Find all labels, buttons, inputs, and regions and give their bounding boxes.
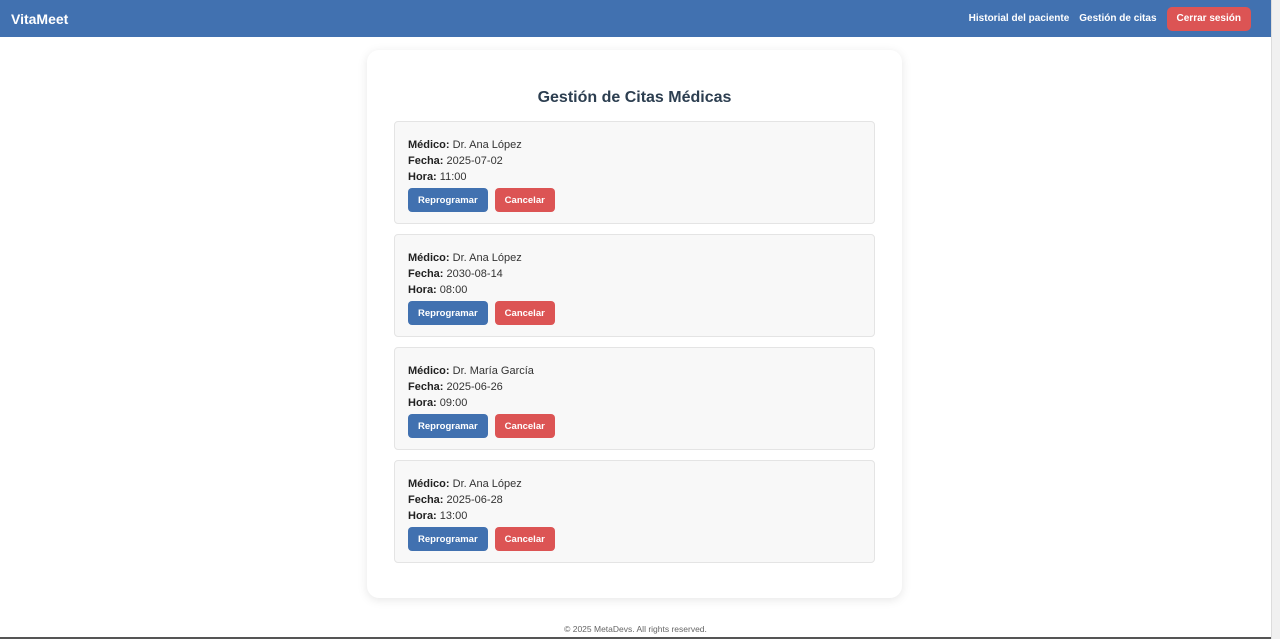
appointments-card: Gestión de Citas Médicas Médico: Dr. Ana… [367,50,902,598]
date-label: Fecha: [408,155,444,167]
date-value: 2025-06-26 [446,381,503,393]
reschedule-button[interactable]: Reprogramar [408,414,488,438]
nav-link-patient-history[interactable]: Historial del paciente [969,13,1070,24]
doctor-value: Dr. Ana López [452,478,522,490]
brand-logo[interactable]: VitaMeet [11,11,68,27]
reschedule-button[interactable]: Reprogramar [408,188,488,212]
date-value: 2025-07-02 [446,155,503,167]
doctor-row: Médico: Dr. Ana López [408,250,861,266]
time-value: 13:00 [439,510,468,522]
cancel-button[interactable]: Cancelar [494,527,555,551]
doctor-label: Médico: [408,139,450,151]
reschedule-button[interactable]: Reprogramar [408,527,488,551]
date-row: Fecha: 2025-07-02 [408,153,861,169]
doctor-value: Dr. Ana López [452,252,522,264]
doctor-row: Médico: Dr. María García [408,363,861,379]
doctor-label: Médico: [408,365,450,377]
appointment-actions: Reprogramar Cancelar [408,188,861,212]
date-row: Fecha: 2025-06-26 [408,379,861,395]
date-value: 2025-06-28 [446,494,503,506]
time-value: 11:00 [439,171,467,183]
time-row: Hora: 13:00 [408,508,861,524]
date-label: Fecha: [408,494,444,506]
date-row: Fecha: 2025-06-28 [408,492,861,508]
appointment-item: Médico: Dr. María García Fecha: 2025-06-… [394,347,875,450]
top-navbar: VitaMeet Historial del paciente Gestión … [0,0,1271,37]
date-label: Fecha: [408,268,444,280]
time-row: Hora: 09:00 [408,395,861,411]
date-row: Fecha: 2030-08-14 [408,266,861,282]
time-label: Hora: [408,171,437,183]
page-title: Gestión de Citas Médicas [537,89,732,106]
doctor-value: Dr. Ana López [452,139,522,151]
vertical-scrollbar[interactable] [1271,0,1280,639]
cancel-button[interactable]: Cancelar [494,414,555,438]
doctor-label: Médico: [408,252,450,264]
time-label: Hora: [408,397,437,409]
time-label: Hora: [408,284,437,296]
appointment-item: Médico: Dr. Ana López Fecha: 2025-07-02 … [394,121,875,224]
page-footer: © 2025 MetaDevs. All rights reserved. [564,624,707,634]
time-value: 08:00 [439,284,468,296]
doctor-value: Dr. María García [452,365,534,377]
date-value: 2030-08-14 [446,268,503,280]
cancel-button[interactable]: Cancelar [494,301,555,325]
cancel-button[interactable]: Cancelar [494,188,555,212]
reschedule-button[interactable]: Reprogramar [408,301,488,325]
appointment-item: Médico: Dr. Ana López Fecha: 2030-08-14 … [394,234,875,337]
doctor-row: Médico: Dr. Ana López [408,137,861,153]
nav-right: Historial del paciente Gestión de citas … [959,6,1251,31]
time-value: 09:00 [439,397,468,409]
appointment-actions: Reprogramar Cancelar [408,301,861,325]
doctor-row: Médico: Dr. Ana López [408,476,861,492]
appointment-actions: Reprogramar Cancelar [408,527,861,551]
time-row: Hora: 08:00 [408,282,861,298]
date-label: Fecha: [408,381,444,393]
appointment-actions: Reprogramar Cancelar [408,414,861,438]
time-label: Hora: [408,510,437,522]
logout-button[interactable]: Cerrar sesión [1166,6,1251,31]
appointment-item: Médico: Dr. Ana López Fecha: 2025-06-28 … [394,460,875,563]
appointment-list: Médico: Dr. Ana López Fecha: 2025-07-02 … [394,121,875,563]
time-row: Hora: 11:00 [408,169,861,185]
doctor-label: Médico: [408,478,450,490]
nav-link-appointments[interactable]: Gestión de citas [1079,13,1156,24]
